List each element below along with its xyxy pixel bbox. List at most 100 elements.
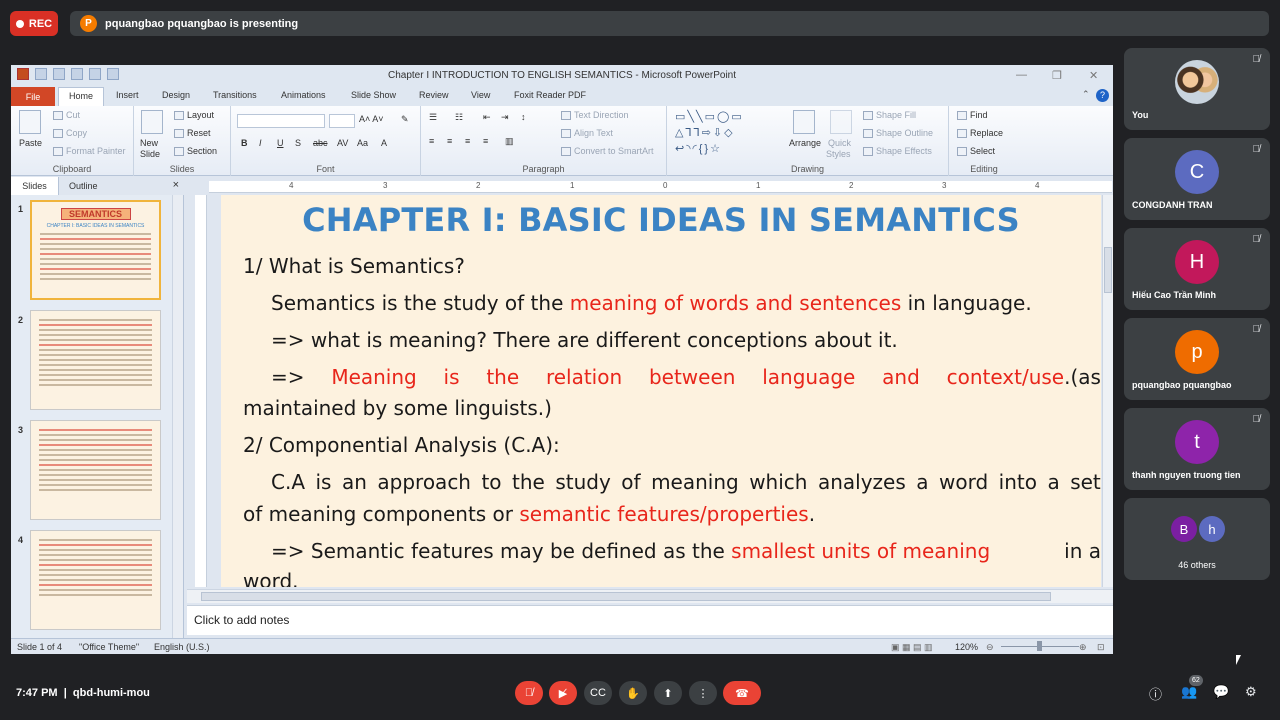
shapes-gallery-row3[interactable]: ↩◝◜{}☆ [675,142,722,155]
zoom-slider-thumb[interactable] [1037,641,1042,651]
leave-call-button[interactable]: ☎ [723,681,761,705]
participant-tile[interactable]: H 🎙̸ Hiếu Cao Trần Minh [1124,228,1270,310]
tab-slides[interactable]: Slides [11,177,59,195]
tab-design[interactable]: Design [162,90,190,100]
underline-button[interactable]: U [277,138,284,148]
replace-button[interactable]: Replace [957,128,1003,139]
arrange-button[interactable]: Arrange [789,138,821,148]
text-direction-button[interactable]: Text Direction [561,110,629,121]
arrange-icon[interactable] [793,110,815,134]
align-text-button[interactable]: Align Text [561,128,613,139]
activities-icon[interactable]: ⚙ [1245,684,1257,700]
grow-font-button[interactable]: A˄ A˅ [359,114,384,124]
font-name-select[interactable] [237,114,325,128]
tab-home[interactable]: Home [58,87,105,106]
language[interactable]: English (U.S.) [154,642,210,652]
notes-pane[interactable]: Click to add notes [187,605,1113,635]
quick-styles-icon[interactable] [830,110,852,134]
shape-outline-button[interactable]: Shape Outline [863,128,933,139]
participant-tile[interactable]: p 🎙̸ pquangbao pquangbao [1124,318,1270,400]
reset-button[interactable]: Reset [174,128,211,139]
tab-foxit[interactable]: Foxit Reader PDF [514,90,586,100]
horizontal-scrollbar[interactable] [187,589,1113,603]
slide-thumbnail[interactable] [30,310,161,410]
find-button[interactable]: Find [957,110,988,121]
align-right-icon[interactable]: ≡ [465,136,470,146]
slides-pane-scrollbar[interactable] [172,195,183,640]
section-button[interactable]: Section [174,146,217,157]
quick-styles-button[interactable]: Quick [828,138,851,148]
format-painter-button[interactable]: Format Painter [53,146,126,157]
others-tile[interactable]: 46 others [1124,498,1270,580]
horizontal-scroll-thumb[interactable] [201,592,1051,601]
tab-view[interactable]: View [471,90,490,100]
font-size-select[interactable] [329,114,355,128]
new-slide-button[interactable]: New [140,138,158,148]
slide-thumbnail[interactable] [30,530,161,630]
copy-button[interactable]: Copy [53,128,87,139]
tab-slide-show[interactable]: Slide Show [351,90,396,100]
participant-tile[interactable]: t 🎙̸ thanh nguyen truong tien [1124,408,1270,490]
select-button[interactable]: Select [957,146,995,157]
minimize-icon[interactable]: — [1016,69,1027,81]
clear-format-icon[interactable]: ✎ [401,114,409,125]
slide-canvas[interactable]: CHAPTER I: BASIC IDEAS IN SEMANTICS 1/ W… [221,195,1101,587]
help-icon[interactable]: ? [1096,89,1109,102]
vertical-scrollbar[interactable] [1102,195,1113,587]
tab-review[interactable]: Review [419,90,449,100]
close-icon[interactable]: ✕ [1089,69,1098,82]
cut-button[interactable]: Cut [53,110,80,121]
captions-button[interactable]: CC [584,681,612,705]
numbering-icon[interactable]: ☷ [455,112,463,123]
tab-transitions[interactable]: Transitions [213,90,257,100]
columns-icon[interactable]: ▥ [505,136,514,147]
char-spacing-button[interactable]: AV [337,138,348,148]
zoom-in-icon[interactable]: ⊕ [1079,642,1087,653]
participant-tile[interactable]: C 🎙̸ CONGDANH TRAN [1124,138,1270,220]
change-case-button[interactable]: Aa [357,138,368,148]
justify-icon[interactable]: ≡ [483,136,488,146]
bold-button[interactable]: B [241,138,248,148]
maximize-icon[interactable]: ❐ [1052,69,1062,82]
new-slide-icon[interactable] [141,110,163,134]
shapes-gallery[interactable]: ▭╲╲▭◯▭ [675,110,744,123]
slide-thumbnail[interactable]: SEMANTICS CHAPTER I: BASIC IDEAS IN SEMA… [30,200,161,300]
strikethrough-button[interactable]: abc [313,138,328,148]
paste-icon[interactable] [19,110,41,134]
align-center-icon[interactable]: ≡ [447,136,452,146]
paste-button[interactable]: Paste [19,138,42,148]
vertical-scroll-thumb[interactable] [1104,247,1112,293]
shadow-button[interactable]: S [295,138,301,148]
camera-toggle-button[interactable]: ▶̸ [549,681,577,705]
decrease-indent-icon[interactable]: ⇤ [483,112,491,123]
shapes-gallery-row2[interactable]: △⅂⅂⇨⇩◇ [675,126,735,139]
increase-indent-icon[interactable]: ⇥ [501,112,509,123]
fit-to-window-icon[interactable]: ⊡ [1097,642,1105,653]
ribbon-collapse-icon[interactable]: ⌃ [1082,89,1090,100]
info-icon[interactable]: ⓘ [1149,684,1162,703]
layout-button[interactable]: Layout [174,110,214,121]
slide-thumbnail[interactable] [30,420,161,520]
mic-toggle-button[interactable]: 🎙̸ [515,681,543,705]
raise-hand-button[interactable]: ✋ [619,681,647,705]
present-button[interactable]: ⬆ [654,681,682,705]
smartart-button[interactable]: Convert to SmartArt [561,146,654,157]
new-slide-button-2[interactable]: Slide [140,149,160,159]
quick-styles-button-2[interactable]: Styles [826,149,851,159]
tab-file[interactable]: File [11,87,55,106]
zoom-out-icon[interactable]: ⊖ [986,642,994,653]
zoom-level[interactable]: 120% [955,642,978,652]
tab-outline[interactable]: Outline [69,181,98,191]
close-pane-icon[interactable]: × [173,179,179,191]
shape-fill-button[interactable]: Shape Fill [863,110,916,121]
line-spacing-icon[interactable]: ↕ [521,112,526,122]
more-options-button[interactable]: ⋮ [689,681,717,705]
bullets-icon[interactable]: ☰ [429,112,437,123]
align-left-icon[interactable]: ≡ [429,136,434,146]
shape-effects-button[interactable]: Shape Effects [863,146,932,157]
view-buttons[interactable]: ▣ ▦ ▤ ▥ [891,642,933,653]
chat-icon[interactable]: 💬 [1213,684,1229,700]
italic-button[interactable]: I [259,138,262,148]
participant-tile-you[interactable]: 🎙̸ You [1124,48,1270,130]
font-color-button[interactable]: A [381,138,387,148]
